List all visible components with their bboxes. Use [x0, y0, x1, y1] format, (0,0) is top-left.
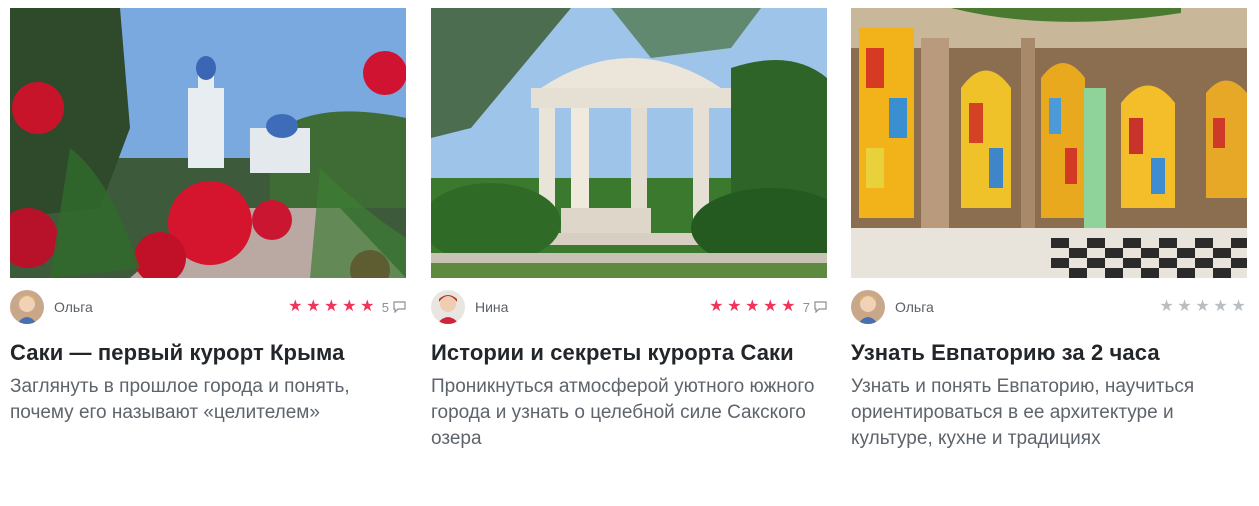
star-icon: ★	[1177, 298, 1192, 315]
star-icon: ★	[763, 298, 778, 315]
star-icon: ★	[727, 298, 742, 315]
excursion-photo-stained-glass[interactable]	[851, 8, 1247, 278]
rating: ★ ★ ★ ★ ★ 5	[287, 299, 406, 315]
comment-icon	[393, 301, 406, 313]
rating: ★ ★ ★ ★ ★ 7	[708, 299, 827, 315]
star-icon: ★	[1159, 298, 1174, 315]
reviews-count: 5	[381, 299, 389, 315]
star-icon: ★	[1213, 298, 1228, 315]
excursion-card[interactable]: Ольга ★ ★ ★ ★ ★ 5 Саки — первый курорт К…	[10, 8, 406, 426]
excursion-card[interactable]: Ольга ★ ★ ★ ★ ★ Узнать Евпаторию за 2 ча…	[851, 8, 1247, 452]
star-icon: ★	[709, 298, 724, 315]
author-name[interactable]: Ольга	[54, 299, 93, 315]
reviews-count: 7	[802, 299, 810, 315]
rating-stars: ★ ★ ★ ★ ★	[708, 299, 797, 315]
star-icon: ★	[781, 298, 796, 315]
comment-icon	[814, 301, 827, 313]
avatar[interactable]	[431, 290, 465, 324]
star-icon: ★	[745, 298, 760, 315]
card-description: Заглянуть в прошлое города и понять, поч…	[10, 376, 350, 423]
star-icon: ★	[288, 298, 303, 315]
rating-stars: ★ ★ ★ ★ ★	[1158, 299, 1247, 315]
avatar[interactable]	[851, 290, 885, 324]
excursion-photo-church-roses[interactable]	[10, 8, 406, 278]
star-icon: ★	[1195, 298, 1210, 315]
star-icon: ★	[306, 298, 321, 315]
excursion-photo-rotunda[interactable]	[431, 8, 827, 278]
card-meta: Ольга ★ ★ ★ ★ ★	[851, 290, 1247, 324]
card-meta: Нина ★ ★ ★ ★ ★ 7	[431, 290, 827, 324]
star-icon: ★	[342, 298, 357, 315]
star-icon: ★	[1231, 298, 1246, 315]
card-title[interactable]: Саки — первый курорт Крыма	[10, 339, 406, 366]
excursion-card[interactable]: Нина ★ ★ ★ ★ ★ 7 Истории и секреты курор…	[431, 8, 827, 452]
card-title[interactable]: Узнать Евпаторию за 2 часа	[851, 339, 1247, 366]
star-icon: ★	[360, 298, 375, 315]
author-name[interactable]: Ольга	[895, 299, 934, 315]
avatar[interactable]	[10, 290, 44, 324]
rating-stars: ★ ★ ★ ★ ★	[287, 299, 376, 315]
card-title[interactable]: Истории и секреты курорта Саки	[431, 339, 827, 366]
author-name[interactable]: Нина	[475, 299, 508, 315]
star-icon: ★	[324, 298, 339, 315]
card-description: Узнать и понять Евпаторию, научиться ори…	[851, 376, 1195, 449]
rating: ★ ★ ★ ★ ★	[1158, 299, 1247, 315]
card-description: Проникнуться атмосферой уютного южного г…	[431, 376, 815, 449]
card-meta: Ольга ★ ★ ★ ★ ★ 5	[10, 290, 406, 324]
excursion-cards: Ольга ★ ★ ★ ★ ★ 5 Саки — первый курорт К…	[0, 0, 1259, 506]
